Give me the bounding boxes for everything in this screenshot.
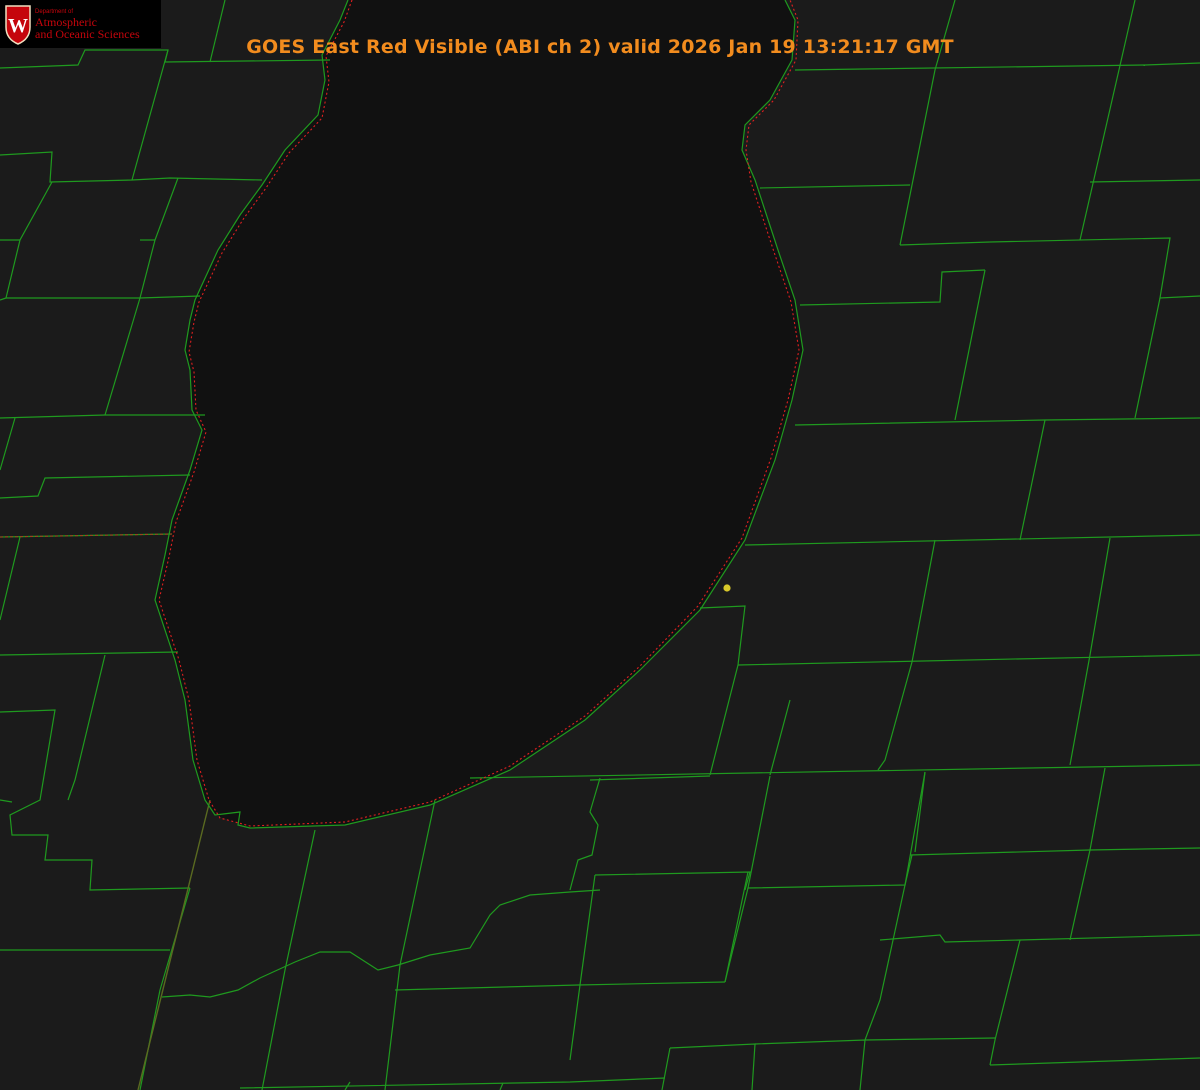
svg-text:W: W — [8, 15, 28, 37]
image-title: GOES East Red Visible (ABI ch 2) valid 2… — [246, 36, 954, 58]
location-marker — [723, 584, 731, 592]
satellite-map — [0, 0, 1200, 1090]
satellite-view: W Department of Atmospheric and Oceanic … — [0, 0, 1200, 1090]
